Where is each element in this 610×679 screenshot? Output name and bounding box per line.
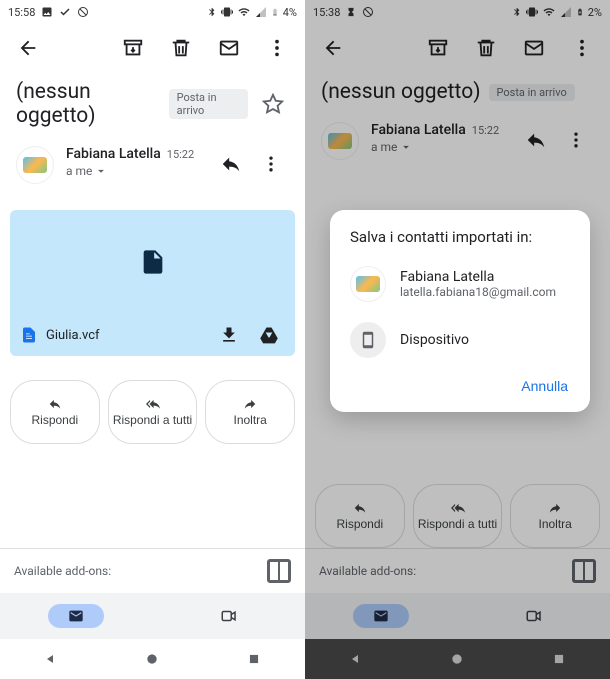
reply-icon	[220, 153, 242, 175]
meet-tab[interactable]	[153, 593, 306, 639]
sender-more-button[interactable]	[253, 146, 289, 182]
reply-label: Rispondi	[31, 413, 78, 427]
star-button[interactable]	[256, 86, 289, 122]
reply-all-button[interactable]: Rispondi a tutti	[108, 380, 198, 444]
dialog-title: Salva i contatti importati in:	[330, 228, 590, 256]
battery-icon	[271, 6, 279, 18]
signal-icon	[255, 6, 267, 18]
drive-button[interactable]	[253, 319, 285, 351]
photo-icon	[41, 6, 53, 18]
forward-button[interactable]: Inoltra	[205, 380, 295, 444]
sender-name: Fabiana Latella	[66, 146, 161, 162]
back-button[interactable]	[8, 28, 48, 68]
dialog-device-option[interactable]: Dispositivo	[330, 312, 590, 368]
arrow-back-icon	[17, 37, 39, 59]
battery-pct: 4%	[283, 6, 297, 19]
bluetooth-icon	[207, 6, 217, 18]
block-icon	[77, 6, 89, 18]
reply-all-label: Rispondi a tutti	[113, 413, 192, 427]
mail-filled-icon	[66, 608, 86, 624]
archive-button[interactable]	[113, 28, 153, 68]
nav-back[interactable]	[39, 647, 63, 671]
more-vert-icon	[261, 154, 281, 174]
attachment-card[interactable]: Giulia.vcf	[10, 210, 295, 356]
reply-icon-button[interactable]	[213, 146, 249, 182]
mail-tab[interactable]	[0, 593, 153, 639]
trello-icon[interactable]	[267, 559, 291, 583]
dialog-account-option[interactable]: Fabiana Latella latella.fabiana18@gmail.…	[330, 256, 590, 312]
forward-label: Inoltra	[234, 413, 267, 427]
device-avatar	[350, 322, 386, 358]
doc-icon	[20, 324, 38, 346]
nav-home[interactable]	[140, 647, 164, 671]
reply-row: Rispondi Rispondi a tutti Inoltra	[0, 356, 305, 444]
attachment-filename: Giulia.vcf	[46, 328, 205, 343]
recipient-row[interactable]: a me	[66, 164, 201, 178]
more-vert-icon	[266, 37, 288, 59]
subject-row: (nessun oggetto) Posta in arrivo	[0, 72, 305, 136]
file-icon	[139, 244, 167, 280]
phone-icon	[359, 329, 377, 351]
addons-row: Available add-ons:	[0, 548, 305, 593]
wifi-icon	[237, 6, 251, 18]
statusbar: 15:58 4%	[0, 0, 305, 24]
reply-all-icon	[143, 397, 163, 411]
video-icon	[218, 607, 240, 625]
sender-avatar[interactable]	[16, 146, 54, 184]
star-outline-icon	[262, 93, 284, 115]
sender-time: 15:22	[167, 148, 194, 161]
dialog-cancel-button[interactable]: Annulla	[521, 378, 568, 394]
download-icon	[219, 325, 239, 345]
navbar	[0, 639, 305, 679]
screen-left: 15:58 4%	[0, 0, 305, 679]
forward-icon	[241, 397, 259, 411]
save-contacts-dialog: Salva i contatti importati in: Fabiana L…	[330, 210, 590, 412]
drive-icon	[259, 325, 279, 345]
mark-unread-button[interactable]	[209, 28, 249, 68]
more-button[interactable]	[257, 28, 297, 68]
addons-text: Available add-ons:	[14, 564, 111, 578]
status-time: 15:58	[8, 6, 35, 19]
recipient-text: a me	[66, 164, 92, 178]
sender-row: Fabiana Latella 15:22 a me	[0, 136, 305, 194]
appbar	[0, 24, 305, 72]
check-icon	[59, 6, 71, 18]
account-email: latella.fabiana18@gmail.com	[400, 285, 556, 299]
nav-recents[interactable]	[242, 647, 266, 671]
inbox-chip[interactable]: Posta in arrivo	[169, 89, 249, 119]
reply-button[interactable]: Rispondi	[10, 380, 100, 444]
account-avatar	[350, 266, 386, 302]
trash-icon	[170, 37, 192, 59]
device-label: Dispositivo	[400, 332, 469, 348]
delete-button[interactable]	[161, 28, 201, 68]
subject-text: (nessun oggetto)	[16, 80, 161, 128]
account-name: Fabiana Latella	[400, 269, 556, 285]
reply-icon	[46, 397, 64, 411]
chevron-down-icon	[94, 164, 108, 178]
bottom-bar	[0, 593, 305, 639]
archive-icon	[122, 37, 144, 59]
mail-icon	[218, 37, 240, 59]
vibrate-icon	[221, 6, 233, 18]
screen-right: 15:38 2% (ness	[305, 0, 610, 679]
download-button[interactable]	[213, 319, 245, 351]
